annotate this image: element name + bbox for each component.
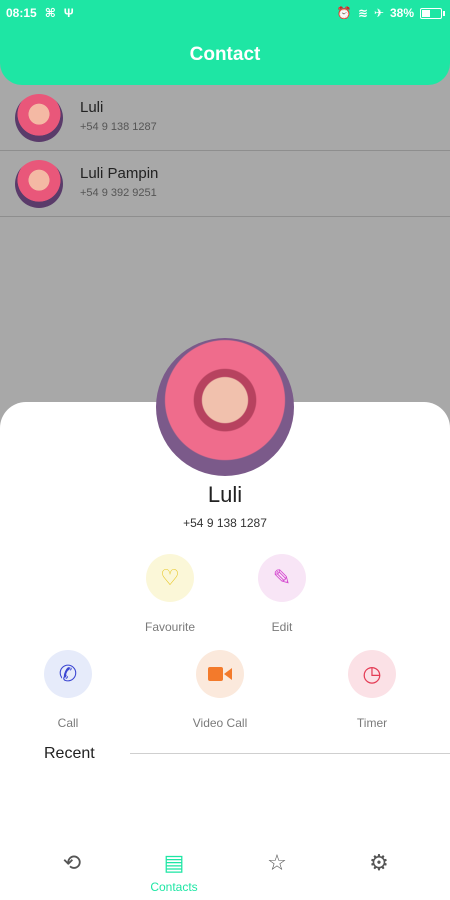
- page-title: Contact: [189, 44, 261, 65]
- timer-icon: ◷: [348, 650, 396, 698]
- contact-name: Luli Pampin: [80, 165, 159, 182]
- contact-phone: +54 9 392 9251: [80, 187, 157, 199]
- edit-icon: ✎: [258, 554, 306, 602]
- favourite-button[interactable]: ♡ Favourite: [136, 554, 204, 634]
- bottom-navigation: ⟲ ▤ Contacts ☆ ⚙: [0, 840, 450, 900]
- edit-label: Edit: [271, 620, 293, 634]
- recent-divider: [130, 753, 450, 754]
- battery-icon: [420, 7, 445, 19]
- star-icon: ☆: [267, 850, 287, 875]
- call-label: Call: [57, 716, 79, 730]
- avatar: [15, 160, 63, 208]
- notification-icon: ⌘: [44, 6, 56, 20]
- avatar: [15, 94, 63, 142]
- history-icon: ⟲: [62, 850, 82, 875]
- video-call-label: Video Call: [192, 716, 248, 730]
- contact-list-item[interactable]: Luli +54 9 138 1287: [0, 85, 450, 151]
- contact-photo: [156, 338, 294, 476]
- nav-history[interactable]: ⟲: [32, 850, 112, 876]
- favourite-label: Favourite: [144, 620, 196, 634]
- timer-button[interactable]: ◷ Timer: [342, 650, 402, 730]
- usb-icon: Ψ: [63, 6, 74, 20]
- call-button[interactable]: ✆ Call: [38, 650, 98, 730]
- timer-label: Timer: [356, 716, 388, 730]
- contact-list: Luli +54 9 138 1287 Luli Pampin +54 9 39…: [0, 85, 450, 217]
- contact-name: Luli: [80, 99, 104, 116]
- nav-contacts-label: Contacts: [150, 880, 198, 894]
- battery-fill: [422, 9, 430, 17]
- contact-phone: +54 9 138 1287: [80, 121, 157, 133]
- video-camera-shape: [208, 667, 232, 681]
- alarm-icon: ⏰: [336, 6, 352, 20]
- phone-icon: ✆: [44, 650, 92, 698]
- gear-icon: ⚙: [369, 850, 389, 875]
- nav-settings[interactable]: ⚙: [339, 850, 419, 876]
- video-camera-icon: [196, 650, 244, 698]
- status-time: 08:15: [6, 6, 37, 20]
- contact-list-item[interactable]: Luli Pampin +54 9 392 9251: [0, 151, 450, 217]
- airplane-icon: ✈: [373, 6, 384, 20]
- contacts-book-icon: ▤: [163, 850, 185, 875]
- nav-favourites[interactable]: ☆: [237, 850, 317, 876]
- video-call-button[interactable]: Video Call: [180, 650, 260, 730]
- detail-name: Luli: [207, 482, 243, 507]
- app-header: 08:15 ⌘ Ψ ⏰ ≋ ✈ 38% Contact: [0, 0, 450, 85]
- wifi-icon: ≋: [357, 6, 368, 20]
- nav-contacts[interactable]: ▤ Contacts: [134, 850, 214, 894]
- battery-text: 38%: [389, 6, 414, 20]
- recent-heading: Recent: [44, 745, 95, 762]
- status-bar: 08:15 ⌘ Ψ ⏰ ≋ ✈ 38%: [0, 0, 450, 28]
- edit-button[interactable]: ✎ Edit: [254, 554, 310, 634]
- heart-icon: ♡: [146, 554, 194, 602]
- detail-phone: +54 9 138 1287: [183, 516, 267, 530]
